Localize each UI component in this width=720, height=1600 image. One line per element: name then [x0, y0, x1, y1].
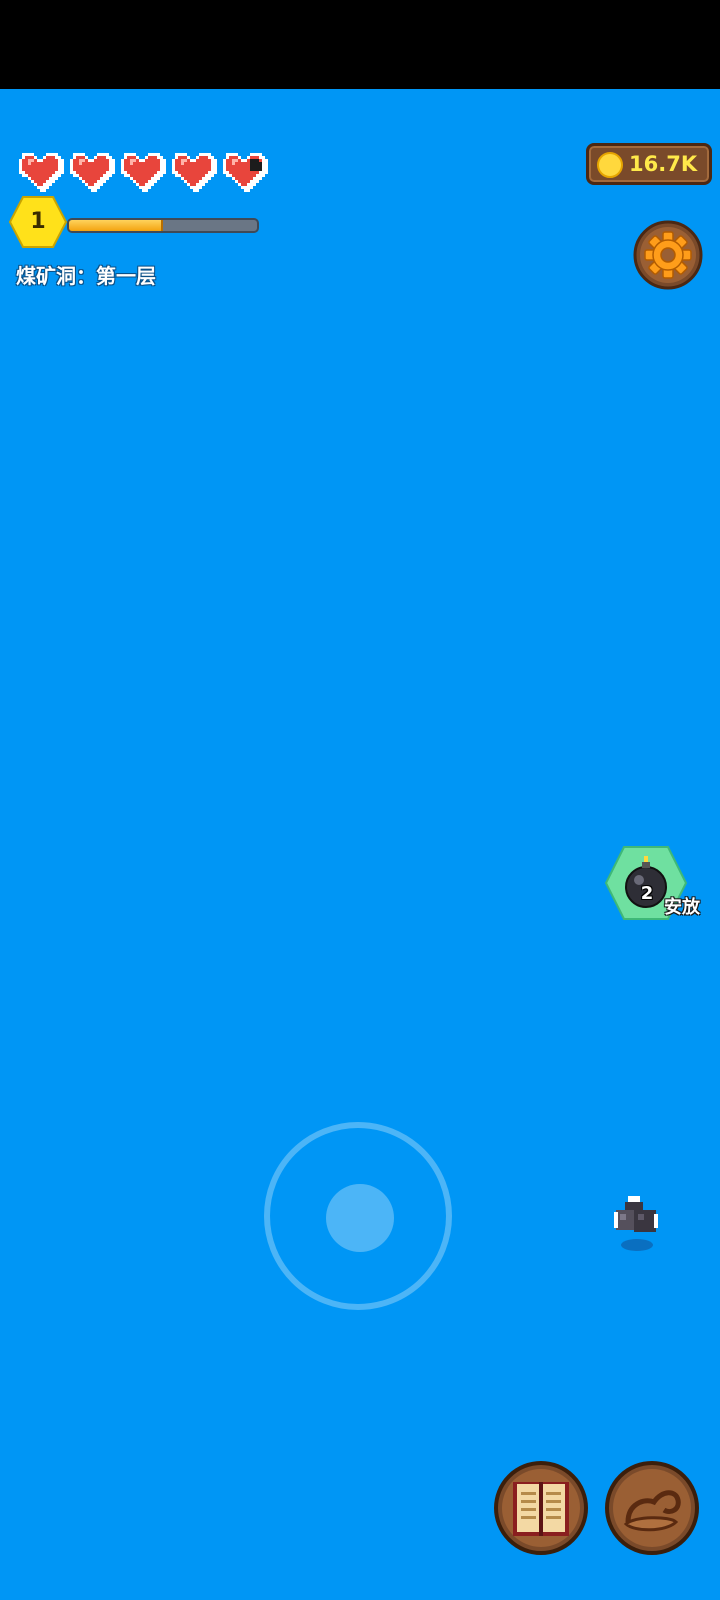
player-character: [614, 1196, 658, 1251]
book-button[interactable]: [493, 1460, 589, 1556]
level-number: 1: [30, 209, 46, 234]
coin-icon: [597, 152, 623, 178]
heart-partial-icon: [223, 153, 268, 192]
heart-icon: [121, 153, 166, 192]
area-label: 煤矿洞：第一层: [16, 264, 156, 288]
book-icon: [513, 1482, 569, 1536]
heart-icon: [70, 153, 115, 192]
xp-progress-fill: [69, 220, 163, 231]
xp-progress-bar: [67, 218, 259, 233]
settings-button[interactable]: [633, 220, 703, 290]
status-bar: [0, 0, 720, 89]
joystick-knob[interactable]: [326, 1184, 394, 1252]
heart-icon: [172, 153, 217, 192]
bomb-count: 2: [640, 883, 654, 904]
game-screen[interactable]: 1 煤矿洞：第一层 16.7K 2 安放: [0, 0, 720, 1600]
coin-counter: 16.7K: [586, 143, 712, 185]
heart-icon: [19, 153, 64, 192]
coin-value: 16.7K: [629, 152, 698, 176]
bag-button[interactable]: [604, 1460, 700, 1556]
health-hearts: [16, 150, 268, 192]
place-bomb-label[interactable]: 安放: [664, 893, 700, 919]
